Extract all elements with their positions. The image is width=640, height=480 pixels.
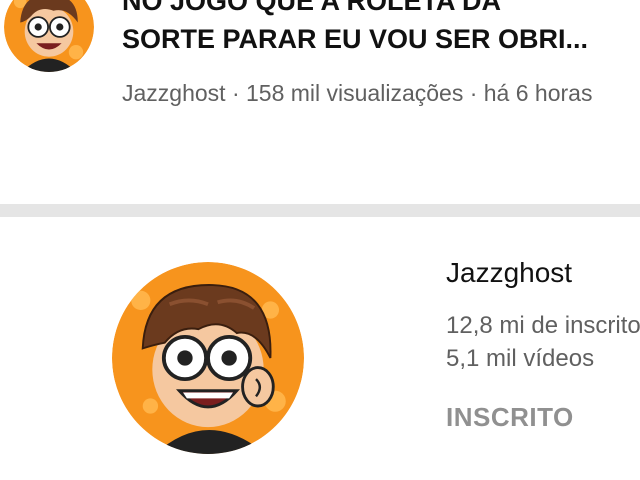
video-count: 5,1 mil vídeos (446, 345, 595, 372)
subscribed-button[interactable]: INSCRITO (446, 402, 574, 433)
channel-name[interactable]: Jazzghost (446, 257, 572, 289)
video-item[interactable]: NO JOGO QUE A ROLETA DA SORTE PARAR EU V… (0, 0, 640, 205)
video-title-line-2[interactable]: SORTE PARAR EU VOU SER OBRI... (122, 20, 640, 58)
video-title-line-1[interactable]: NO JOGO QUE A ROLETA DA (122, 0, 640, 20)
video-metadata: Jazzghost · 158 mil visualizações · há 6… (122, 80, 593, 106)
video-title[interactable]: NO JOGO QUE A ROLETA DA SORTE PARAR EU V… (122, 0, 640, 58)
channel-card[interactable]: Jazzghost 12,8 mi de inscritos 5,1 mil v… (0, 217, 640, 480)
channel-avatar[interactable] (112, 262, 304, 454)
section-divider (0, 204, 640, 217)
channel-avatar-small[interactable] (4, 0, 94, 72)
subscriber-count: 12,8 mi de inscritos (446, 312, 640, 339)
